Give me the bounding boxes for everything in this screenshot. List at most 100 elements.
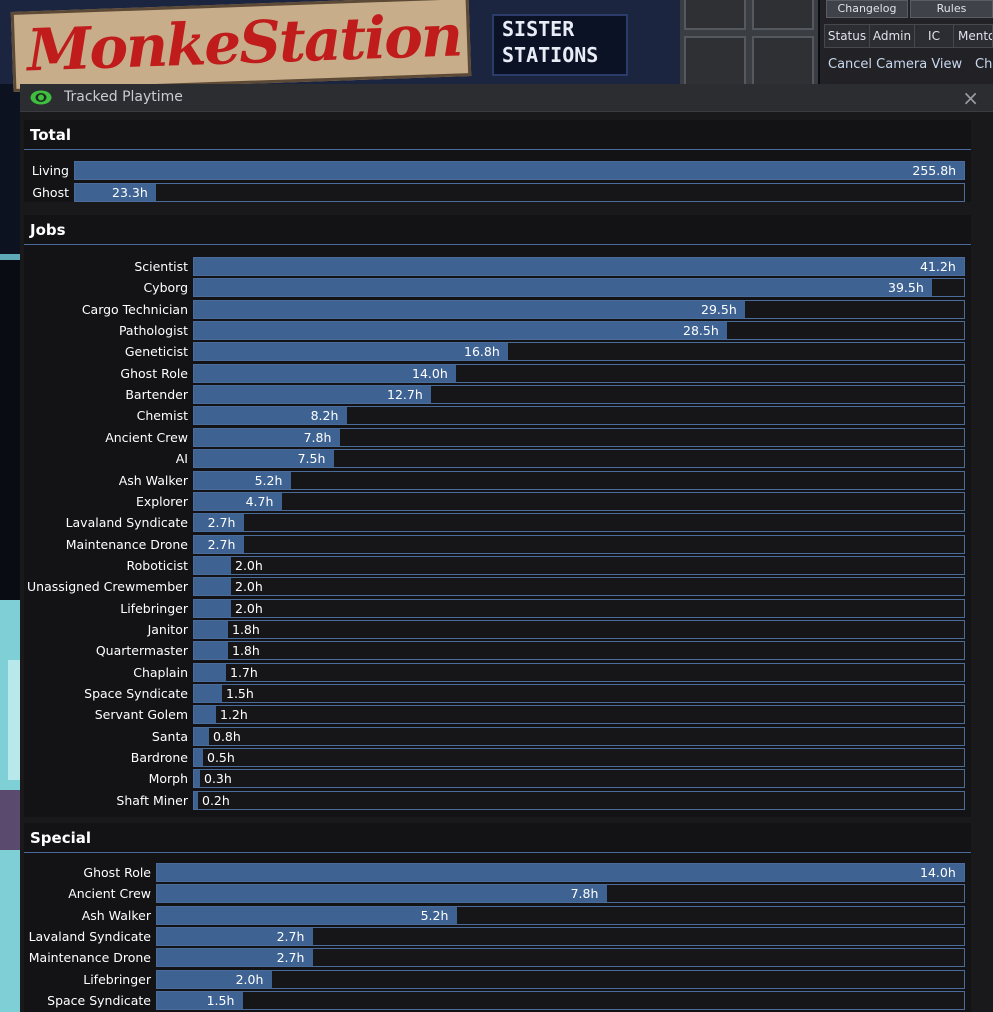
close-icon[interactable]: × <box>962 86 979 110</box>
jobs-row: Unassigned Crewmember 2.0h <box>24 577 971 597</box>
row-value: 2.0h <box>235 557 263 573</box>
progress-bar: 7.8h <box>156 884 965 904</box>
row-label: Scientist <box>134 259 188 274</box>
jobs-row: Ghost Role 14.0h <box>24 363 971 383</box>
row-label: Explorer <box>135 493 188 509</box>
row-label: Quartermaster <box>95 643 188 659</box>
row-value: 28.5h <box>683 323 719 339</box>
row-label: Lifebringer <box>83 971 151 987</box>
row-label: Shaft Miner <box>116 792 188 808</box>
progress-bar: 4.7h <box>193 491 965 511</box>
progress-bar-fill <box>194 620 228 638</box>
row-label: Chemist <box>136 408 188 424</box>
row-value: 2.0h <box>235 579 263 595</box>
progress-bar: 2.0h <box>156 969 965 989</box>
row-label: Ash Walker <box>81 907 151 923</box>
special-row: Lavaland Syndicate 2.7h <box>24 926 971 946</box>
row-value: 29.5h <box>701 301 737 317</box>
progress-bar-fill <box>157 885 607 903</box>
progress-bar: 5.2h <box>156 905 965 925</box>
row-label: Chaplain <box>133 664 188 680</box>
progress-bar-fill <box>194 749 203 767</box>
row-value: 2.0h <box>235 971 264 987</box>
progress-bar: 2.0h <box>193 598 965 618</box>
window-content: Total Living 255.8h Ghost 23.3h Jobs Scient… <box>20 112 993 1012</box>
jobs-row: Ancient Crew 7.8h <box>24 427 971 447</box>
jobs-row: Bartender 12.7h <box>24 385 971 405</box>
row-label: Santa <box>151 728 188 744</box>
jobs-row: Lavaland Syndicate 2.7h <box>24 513 971 533</box>
row-value: 14.0h <box>920 865 956 880</box>
progress-bar: 28.5h <box>193 321 965 341</box>
jobs-row: Chemist 8.2h <box>24 406 971 426</box>
progress-bar: 14.0h <box>193 363 965 383</box>
progress-bar-fill <box>194 279 932 297</box>
row-value: 2.7h <box>276 928 305 944</box>
progress-bar-fill <box>194 343 508 361</box>
row-label: Space Syndicate <box>47 992 151 1008</box>
row-value: 5.2h <box>254 472 283 488</box>
rules-button[interactable]: Rules <box>910 0 993 18</box>
row-value: 41.2h <box>920 259 956 274</box>
floor-tile <box>752 0 814 30</box>
section-special: Special Ghost Role 14.0h Ancient Crew 7.8h A… <box>24 823 971 1012</box>
row-value: 12.7h <box>387 387 423 403</box>
row-value: 0.8h <box>213 728 241 744</box>
row-value: 4.7h <box>245 493 274 509</box>
progress-bar-fill <box>194 599 231 617</box>
jobs-row: Ash Walker 5.2h <box>24 470 971 490</box>
section-total: Total Living 255.8h Ghost 23.3h <box>24 120 971 202</box>
jobs-row: Pathologist 28.5h <box>24 321 971 341</box>
row-value: 7.5h <box>297 451 326 467</box>
progress-bar-fill <box>157 864 964 881</box>
progress-bar: 1.8h <box>193 619 965 639</box>
tab-status[interactable]: Status <box>824 24 870 48</box>
progress-bar: 0.8h <box>193 726 965 746</box>
floor-tile <box>684 0 746 30</box>
progress-bar-fill <box>194 770 200 788</box>
tab-mentor[interactable]: Mentor <box>953 24 993 48</box>
progress-bar-fill <box>75 162 964 179</box>
row-label: Maintenance Drone <box>28 950 151 966</box>
row-value: 7.8h <box>303 429 332 445</box>
extra-link[interactable]: Cha <box>975 57 993 72</box>
jobs-row: Quartermaster 1.8h <box>24 641 971 661</box>
progress-bar: 2.7h <box>156 948 965 968</box>
progress-bar-fill <box>194 578 231 596</box>
progress-bar: 23.3h <box>74 182 965 202</box>
window-titlebar[interactable]: Tracked Playtime × <box>20 84 993 112</box>
tab-admin[interactable]: Admin <box>869 24 915 48</box>
server-logo: MonkeStation <box>10 0 472 92</box>
progress-bar: 2.7h <box>193 513 965 533</box>
row-label: Bartender <box>125 387 188 403</box>
tracked-playtime-window: Tracked Playtime × Total Living 255.8h Gho… <box>20 84 993 1012</box>
jobs-row: AI 7.5h <box>24 449 971 469</box>
row-value: 0.5h <box>207 750 235 766</box>
progress-bar: 1.2h <box>193 705 965 725</box>
row-label: Space Syndicate <box>84 686 188 701</box>
total-row: Ghost 23.3h <box>24 182 971 202</box>
special-row: Space Syndicate 1.5h <box>24 990 971 1010</box>
jobs-row: Bardrone 0.5h <box>24 748 971 768</box>
progress-bar: 0.5h <box>193 748 965 768</box>
progress-bar: 2.7h <box>193 534 965 554</box>
row-label: Servant Golem <box>94 707 188 723</box>
row-value: 1.7h <box>230 664 258 680</box>
progress-bar: 1.5h <box>156 990 965 1010</box>
row-value: 16.8h <box>464 344 500 360</box>
jobs-row: Santa 0.8h <box>24 726 971 746</box>
progress-bar: 7.8h <box>193 427 965 447</box>
special-row: Lifebringer 2.0h <box>24 969 971 989</box>
tab-ic[interactable]: IC <box>914 24 954 48</box>
row-label: Pathologist <box>118 323 188 339</box>
cancel-camera-view-link[interactable]: Cancel Camera View <box>828 57 962 72</box>
sister-line-2: STATIONS <box>502 43 599 67</box>
total-row: Living 255.8h <box>24 161 971 180</box>
jobs-row: Chaplain 1.7h <box>24 662 971 682</box>
progress-bar: 5.2h <box>193 470 965 490</box>
jobs-row: Cargo Technician 29.5h <box>24 299 971 319</box>
progress-bar: 0.3h <box>193 769 965 789</box>
special-row: Ghost Role 14.0h <box>24 863 971 882</box>
changelog-button[interactable]: Changelog <box>826 0 908 18</box>
jobs-row: Shaft Miner 0.2h <box>24 790 971 810</box>
